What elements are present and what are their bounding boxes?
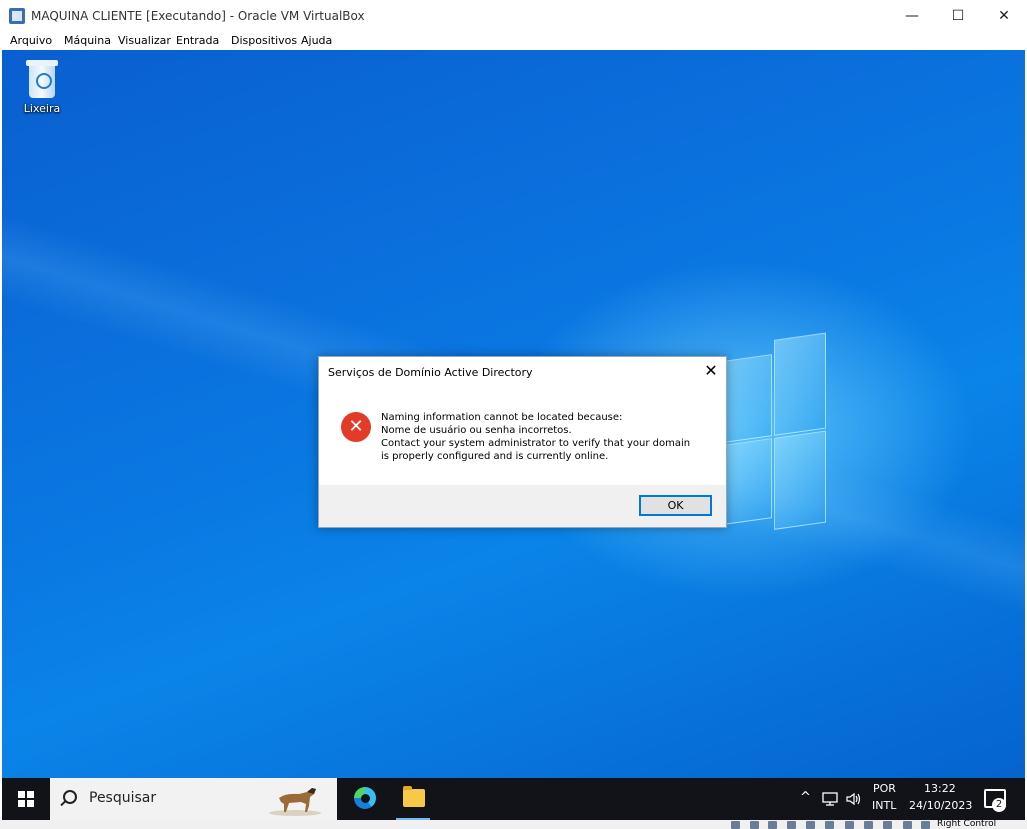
- network-icon[interactable]: [821, 791, 839, 807]
- menu-maquina[interactable]: Máquina: [64, 34, 111, 47]
- shared-folders-status-icon[interactable]: [825, 821, 834, 829]
- notification-count-badge: 2: [992, 798, 1006, 812]
- hard-disk-status-icon[interactable]: [731, 821, 740, 829]
- menu-dispositivos[interactable]: Dispositivos: [231, 34, 297, 47]
- virtualization-status-icon[interactable]: [883, 821, 892, 829]
- recycle-bin-label: Lixeira: [23, 102, 61, 115]
- windows-start-icon: [18, 791, 25, 798]
- vm-status-bar: Right Control: [0, 820, 1027, 829]
- vm-display[interactable]: Lixeira Serviços de Domínio Active Direc…: [2, 50, 1025, 820]
- search-highlight-horse-icon: [269, 788, 321, 816]
- mouse-integration-status-icon[interactable]: [903, 821, 912, 829]
- file-explorer-icon: [403, 786, 425, 807]
- dialog-title: Serviços de Domínio Active Directory: [328, 366, 533, 379]
- menu-ajuda[interactable]: Ajuda: [301, 34, 332, 47]
- start-button[interactable]: [2, 778, 50, 820]
- message-line: Nome de usuário ou senha incorretos.: [381, 425, 572, 436]
- keyboard-layout[interactable]: INTL: [872, 799, 896, 812]
- clock-date[interactable]: 24/10/2023: [909, 799, 972, 812]
- recycle-bin-icon: [24, 58, 60, 100]
- display-status-icon[interactable]: [845, 821, 854, 829]
- network-status-icon[interactable]: [787, 821, 796, 829]
- usb-status-icon[interactable]: [806, 821, 815, 829]
- message-line: Contact your system administrator to ver…: [381, 438, 691, 449]
- dialog-footer: OK: [319, 485, 726, 527]
- search-placeholder: Pesquisar: [89, 790, 157, 806]
- dialog-message: Naming information cannot be located bec…: [381, 411, 690, 463]
- error-dialog: Serviços de Domínio Active Directory ✕ ✕…: [318, 356, 727, 528]
- menu-entrada[interactable]: Entrada: [176, 34, 219, 47]
- minimize-button[interactable]: —: [889, 0, 935, 32]
- search-icon: [63, 790, 77, 804]
- optical-drive-status-icon[interactable]: [750, 821, 759, 829]
- search-input[interactable]: Pesquisar: [50, 778, 337, 820]
- language-code[interactable]: POR: [873, 782, 896, 795]
- file-explorer-taskbar-button[interactable]: [390, 778, 436, 820]
- error-icon: ✕: [341, 412, 371, 442]
- message-line: is properly configured and is currently …: [381, 451, 609, 462]
- virtualbox-icon: [9, 8, 25, 24]
- menu-arquivo[interactable]: Arquivo: [10, 34, 52, 47]
- host-key-label: Right Control: [937, 819, 997, 829]
- ok-button[interactable]: OK: [639, 495, 712, 516]
- volume-icon[interactable]: [845, 791, 863, 807]
- recording-status-icon[interactable]: [864, 821, 873, 829]
- audio-status-icon[interactable]: [768, 821, 777, 829]
- window-title: MAQUINA CLIENTE [Executando] - Oracle VM…: [31, 9, 365, 23]
- recycle-bin-shortcut[interactable]: Lixeira: [16, 58, 68, 115]
- clock-time[interactable]: 13:22: [924, 782, 956, 795]
- edge-icon: [354, 787, 376, 809]
- taskbar: Pesquisar ^ POR INTL 13:22 24/10/2023 2: [2, 778, 1025, 820]
- edge-taskbar-button[interactable]: [342, 778, 388, 820]
- tray-chevron-icon[interactable]: ^: [800, 790, 811, 805]
- maximize-button[interactable]: ☐: [935, 0, 981, 32]
- windows-logo-wallpaper: [722, 332, 826, 535]
- dialog-close-button[interactable]: ✕: [696, 357, 726, 387]
- menu-visualizar[interactable]: Visualizar: [118, 34, 171, 47]
- close-window-button[interactable]: ✕: [981, 0, 1027, 32]
- message-line: Naming information cannot be located bec…: [381, 412, 623, 423]
- window-titlebar: MAQUINA CLIENTE [Executando] - Oracle VM…: [0, 0, 1027, 32]
- keyboard-capture-status-icon[interactable]: [921, 821, 930, 829]
- menu-bar: Arquivo Máquina Visualizar Entrada Dispo…: [0, 32, 1027, 50]
